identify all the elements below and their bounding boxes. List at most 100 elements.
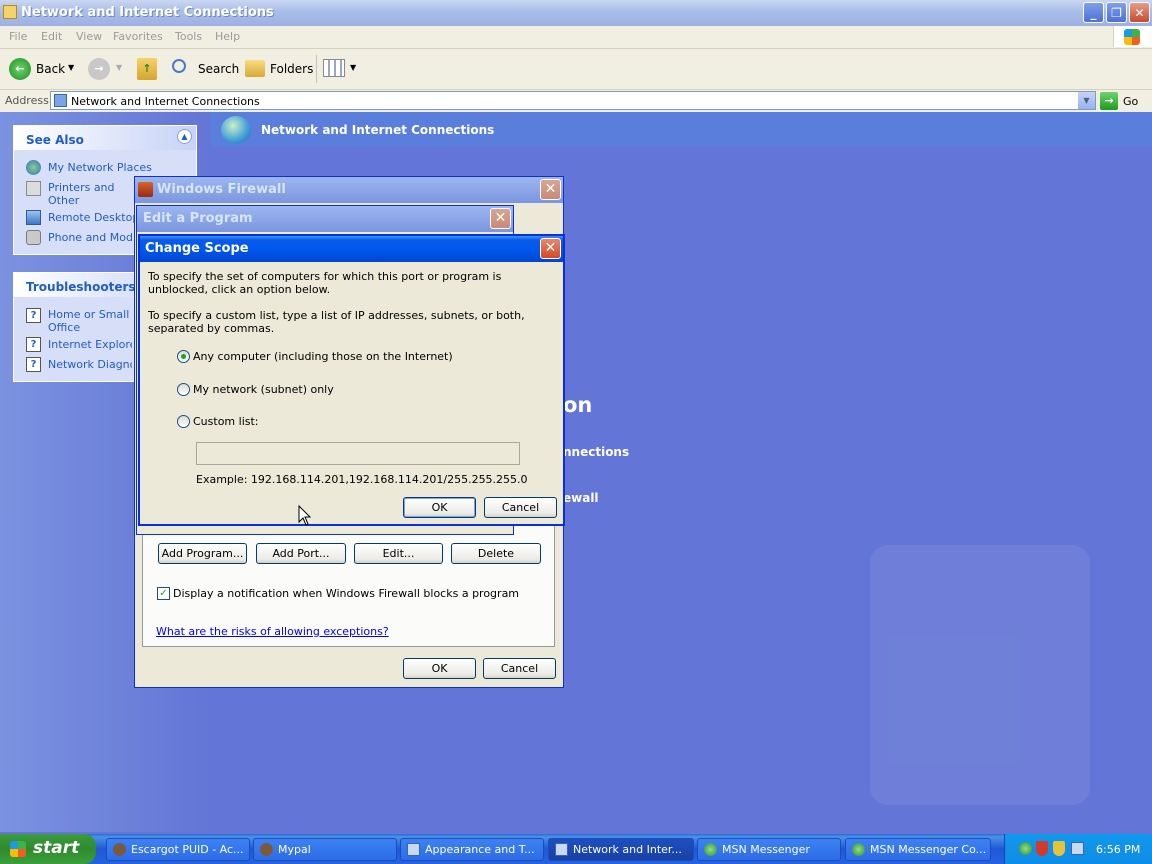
security-shield-icon[interactable] [1053,841,1065,856]
radio-my-network[interactable] [177,383,190,396]
radio-any-computer[interactable] [177,350,190,363]
menu-file[interactable]: File [9,30,27,43]
address-label: Address [5,94,49,107]
notification-checkbox[interactable]: ✓ [157,587,170,600]
folder-icon [3,5,17,19]
firewall-cancel-button[interactable]: Cancel [483,658,556,679]
add-program-button[interactable]: Add Program... [158,543,247,564]
scope-intro-text: To specify the set of computers for whic… [148,270,502,296]
taskbar-item-msn-conversation[interactable]: MSN Messenger Co... [845,838,991,861]
folders-button[interactable]: Folders [242,55,314,83]
bg-link-fragment-connections[interactable]: nnections [563,445,629,459]
troubleshooters-title: Troubleshooters [26,280,136,294]
collapse-chevron-icon[interactable]: ▲ [177,129,192,144]
help-icon: ? [26,308,41,323]
toolbar-separator [316,55,317,83]
printer-icon [26,181,41,196]
scope-cancel-button[interactable]: Cancel [484,497,557,518]
forward-arrow-icon: → [88,58,110,80]
taskbar-item-msn[interactable]: MSN Messenger [697,838,841,861]
start-button[interactable]: start [0,834,96,864]
window-title: Network and Internet Connections [21,5,274,20]
address-input[interactable]: Network and Internet Connections ▼ [50,91,1096,110]
network-places-icon [26,160,41,175]
menu-view[interactable]: View [76,30,102,43]
edit-program-close-button[interactable]: ✕ [490,208,511,229]
taskbar-item-label: Appearance and T... [425,843,535,856]
edit-program-titlebar: Edit a Program ✕ [137,206,513,232]
security-shield-icon[interactable] [1036,841,1048,856]
close-button[interactable]: ✕ [1129,2,1150,23]
delete-button[interactable]: Delete [451,543,541,564]
app-icon [260,843,273,856]
edit-program-title: Edit a Program [143,211,253,226]
add-port-button[interactable]: Add Port... [256,543,346,564]
change-scope-close-button[interactable]: ✕ [540,238,561,259]
option-custom-list-label[interactable]: Custom list: [193,415,259,428]
see-also-link-remote-desktop[interactable]: Remote Desktop [48,211,139,224]
risks-link[interactable]: What are the risks of allowing exception… [156,625,389,638]
globe-network-icon [221,116,251,144]
scope-ok-button[interactable]: OK [403,497,476,518]
menu-help[interactable]: Help [215,30,240,43]
option-my-network-label[interactable]: My network (subnet) only [193,383,334,396]
go-button[interactable]: → Go [1100,92,1148,110]
chevron-down-icon: ▼ [68,63,75,72]
help-icon: ? [26,357,41,372]
firewall-title: Windows Firewall [157,182,286,197]
help-icon: ? [26,337,41,352]
edit-button[interactable]: Edit... [354,543,443,564]
remote-desktop-icon [26,210,41,225]
radio-custom-list[interactable] [177,415,190,428]
option-any-computer-label[interactable]: Any computer (including those on the Int… [193,350,453,363]
restore-button[interactable]: ❐ [1106,2,1127,23]
see-also-header[interactable]: See Also ▲ [14,126,196,150]
menu-bar: File Edit View Favorites Tools Help [0,26,1152,49]
menu-favorites[interactable]: Favorites [113,30,163,43]
views-button[interactable]: ▼ [323,59,359,81]
forward-button[interactable]: → ▼ [86,58,124,80]
see-also-link-printers[interactable]: Printers and Other Hardware [48,181,132,207]
msn-tray-icon[interactable] [1019,842,1032,855]
taskbar-item-network[interactable]: Network and Inter... [548,838,694,861]
network-folder-icon [54,94,67,107]
troubleshooter-link-network-diagnostics[interactable]: Network Diagnostics [48,358,132,371]
see-also-link-network-places[interactable]: My Network Places [48,161,152,174]
minimize-button[interactable]: _ [1083,2,1104,23]
firewall-titlebar: Windows Firewall ✕ [135,177,563,203]
custom-list-input[interactable] [196,442,520,465]
taskbar-item-mypal[interactable]: Mypal [253,838,397,861]
menu-tools[interactable]: Tools [175,30,202,43]
network-tray-icon[interactable] [1071,842,1084,855]
taskbar-item-label: Mypal [278,843,311,856]
bg-link-fragment-firewall[interactable]: ewall [563,491,599,505]
start-label: start [33,838,80,858]
taskbar-item-appearance[interactable]: Appearance and T... [400,838,544,861]
search-button[interactable]: Search [168,55,239,83]
see-also-title: See Also [26,133,84,147]
firewall-close-button[interactable]: ✕ [540,179,561,200]
bg-heading-fragment: on [563,393,593,417]
back-label: Back [36,62,66,76]
address-value: Network and Internet Connections [71,95,260,108]
see-also-link-phone-modem[interactable]: Phone and Modem [48,231,132,244]
change-scope-title: Change Scope [145,241,249,256]
troubleshooter-link-home-network[interactable]: Home or Small Office Networking [48,308,132,334]
folders-label: Folders [270,62,314,76]
go-label: Go [1123,95,1139,108]
background-watermark [870,545,1090,805]
toolbar: ← Back ▼ → ▼ ↑ Search Folders ▼ [0,49,1152,90]
notification-label: Display a notification when Windows Fire… [173,587,520,600]
back-button[interactable]: ← Back ▼ [6,55,78,83]
chevron-down-icon: ▼ [350,63,357,72]
up-folder-icon[interactable]: ↑ [137,58,157,80]
folders-icon [245,60,265,77]
menu-edit[interactable]: Edit [41,30,62,43]
troubleshooter-link-internet-explorer[interactable]: Internet Explorer [48,338,132,351]
taskbar-item-escargot[interactable]: Escargot PUID - Ac... [106,838,250,861]
scope-custom-hint-text: To specify a custom list, type a list of… [148,309,525,335]
taskbar-item-label: MSN Messenger Co... [870,843,987,856]
network-folder-icon [555,843,568,856]
firewall-ok-button[interactable]: OK [403,658,476,679]
address-dropdown-button[interactable]: ▼ [1078,92,1095,109]
